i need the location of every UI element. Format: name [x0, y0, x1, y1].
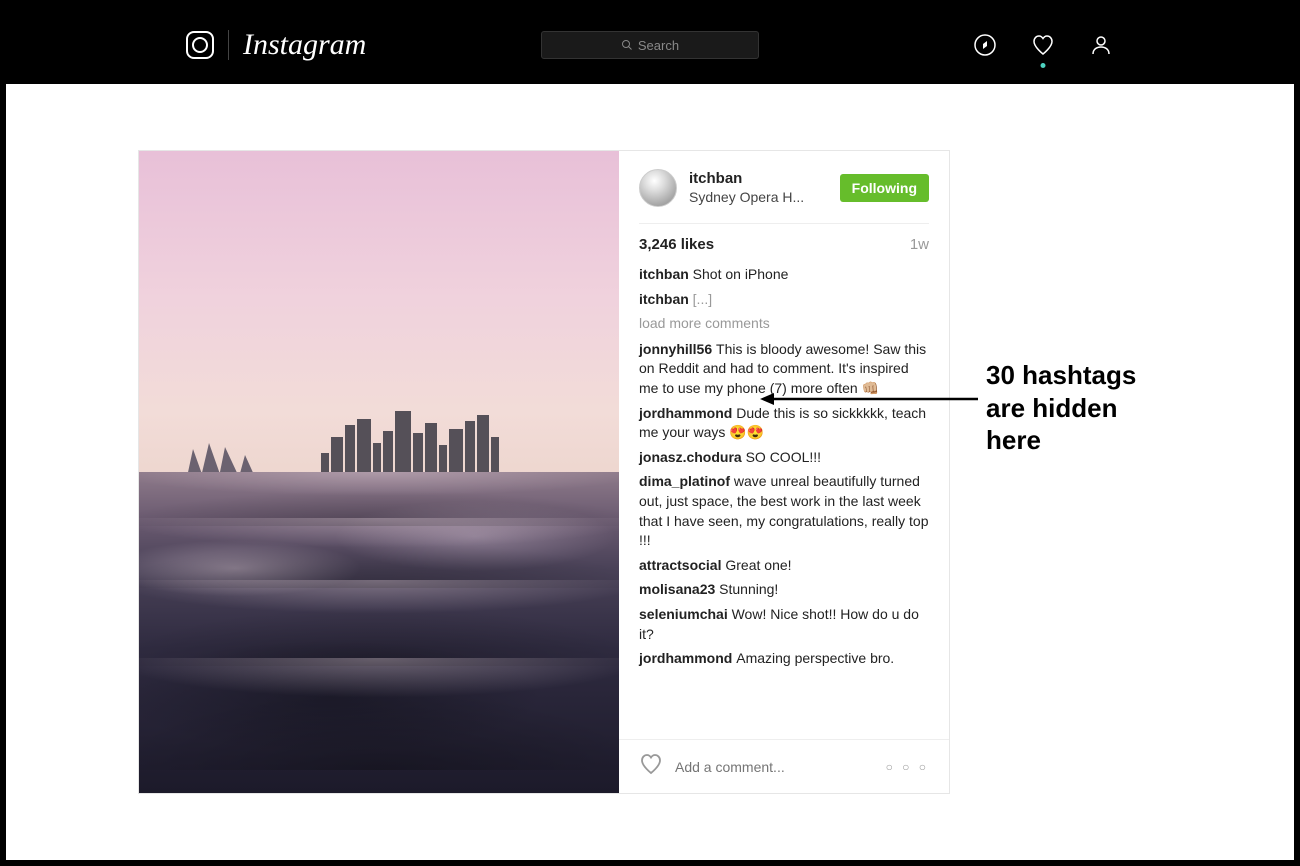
comment-username[interactable]: seleniumchai [639, 606, 732, 622]
comment-username[interactable]: molisana23 [639, 581, 719, 597]
comment-username[interactable]: jordhammond [639, 405, 736, 421]
post-image[interactable] [139, 151, 619, 793]
more-options-icon[interactable]: ○ ○ ○ [886, 760, 929, 774]
hashtags-ellipsis[interactable]: [...] [693, 291, 712, 307]
search-placeholder: Search [638, 38, 679, 53]
comment-username[interactable]: jonasz.chodura [639, 449, 746, 465]
activity-indicator-dot [1041, 63, 1046, 68]
comment-username[interactable]: attractsocial [639, 557, 725, 573]
comment-text: Great one! [725, 557, 791, 573]
profile-icon[interactable] [1088, 32, 1114, 58]
comment-text: SO COOL!!! [746, 449, 821, 465]
hidden-hashtags-row: itchban [...] [639, 290, 929, 310]
post-card: itchban Sydney Opera H... Following 3,24… [138, 150, 950, 794]
annotation-text: 30 hashtags are hidden here [986, 359, 1136, 457]
comment-text: Stunning! [719, 581, 778, 597]
likes-count[interactable]: 3,246 likes [639, 236, 714, 253]
post-sidebar: itchban Sydney Opera H... Following 3,24… [619, 151, 949, 793]
like-icon[interactable] [639, 752, 663, 781]
add-comment-row: ○ ○ ○ [619, 739, 949, 793]
content-area: itchban Sydney Opera H... Following 3,24… [6, 84, 1294, 860]
nav-icons [972, 32, 1114, 58]
page-frame: Instagram Search [6, 6, 1294, 860]
load-more-comments[interactable]: load more comments [639, 314, 929, 334]
author-username[interactable]: itchban [689, 170, 840, 189]
activity-icon[interactable] [1030, 32, 1056, 58]
location-label[interactable]: Sydney Opera H... [689, 189, 840, 207]
comment: jordhammond Dude this is so sickkkkk, te… [639, 404, 929, 443]
post-header: itchban Sydney Opera H... Following [619, 151, 949, 223]
comment-username[interactable]: jordhammond [639, 650, 736, 666]
camera-icon [186, 31, 214, 59]
logo-divider [228, 30, 229, 60]
comment: jordhammond Amazing perspective bro. [639, 649, 929, 669]
caption: itchban Shot on iPhone [639, 265, 929, 285]
timestamp: 1w [910, 236, 929, 253]
explore-icon[interactable] [972, 32, 998, 58]
search-icon [621, 39, 633, 51]
comment: jonasz.chodura SO COOL!!! [639, 448, 929, 468]
follow-button[interactable]: Following [840, 174, 929, 202]
comment: attractsocial Great one! [639, 556, 929, 576]
comment: seleniumchai Wow! Nice shot!! How do u d… [639, 605, 929, 644]
comment-username[interactable]: jonnyhill56 [639, 341, 716, 357]
comment: molisana23 Stunning! [639, 580, 929, 600]
brand-logo[interactable]: Instagram [186, 28, 366, 62]
top-nav: Instagram Search [6, 6, 1294, 84]
comment: dima_platinof wave unreal beautifully tu… [639, 472, 929, 550]
comments-list: itchban Shot on iPhone itchban [...] loa… [619, 261, 949, 674]
comment-input[interactable] [675, 759, 874, 775]
avatar[interactable] [639, 169, 677, 207]
search-input[interactable]: Search [541, 31, 759, 59]
comment-text: Amazing perspective bro. [736, 650, 894, 666]
brand-wordmark: Instagram [243, 28, 366, 62]
comment-username[interactable]: dima_platinof [639, 473, 734, 489]
comment: jonnyhill56 This is bloody awesome! Saw … [639, 340, 929, 399]
